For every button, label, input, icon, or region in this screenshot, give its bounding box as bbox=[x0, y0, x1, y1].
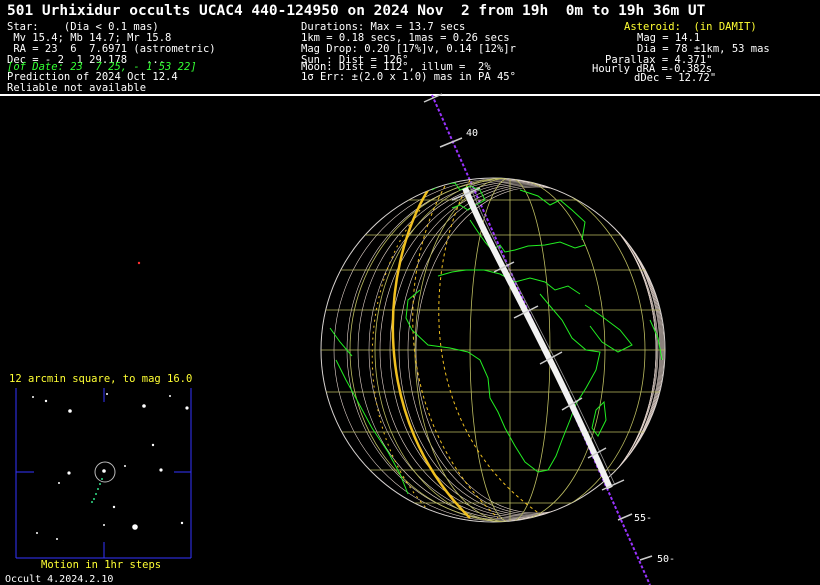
globe-map: 40 55- 50- bbox=[15, 93, 675, 585]
occultation-path bbox=[462, 186, 613, 490]
version-label: Occult 4.2024.2.10 bbox=[5, 574, 114, 585]
finder-chart bbox=[15, 388, 192, 559]
coastlines bbox=[329, 182, 663, 495]
occultation-path-edge bbox=[469, 185, 616, 486]
path-label-50: 50- bbox=[657, 554, 675, 565]
finder-stars bbox=[32, 393, 189, 540]
path-label-40: 40 bbox=[466, 128, 478, 139]
time-ticks bbox=[423, 93, 653, 561]
terminator-solid bbox=[391, 189, 471, 519]
finder-caption: Motion in 1hr steps bbox=[41, 559, 162, 571]
finder-title: 12 arcmin square, to mag 16.0 bbox=[9, 373, 193, 385]
red-marker bbox=[137, 261, 141, 265]
path-label-55: 55- bbox=[634, 513, 652, 524]
